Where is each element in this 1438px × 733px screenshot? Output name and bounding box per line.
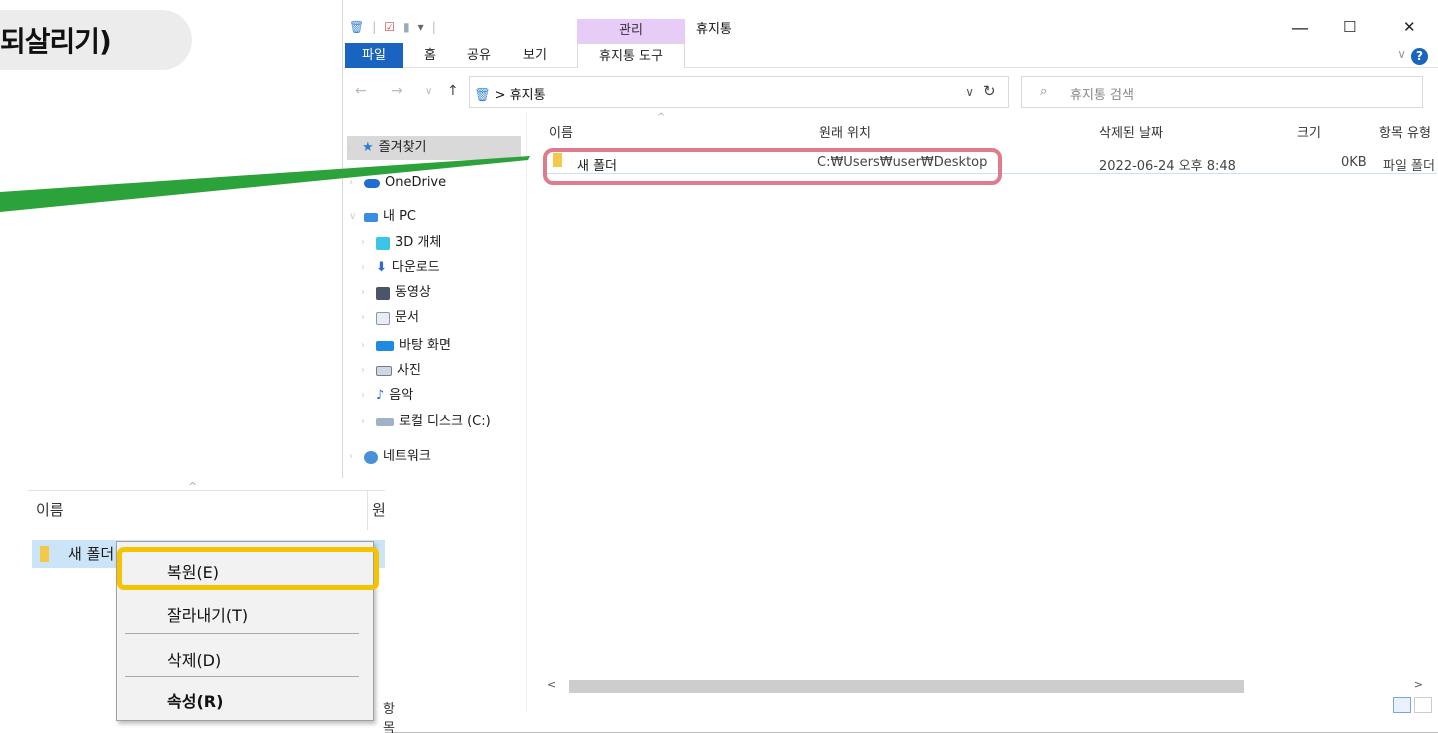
- nav-music[interactable]: › ♪ 음악: [361, 384, 413, 408]
- document-icon: [376, 311, 390, 325]
- file-list: ^ 이름 원래 위치 삭제된 날짜 크기 항목 유형 새 폴더 C:₩Users…: [526, 112, 1438, 712]
- download-arrow-icon: ⬇: [376, 260, 387, 275]
- horizontal-scrollbar[interactable]: < >: [547, 678, 1423, 695]
- close-button[interactable]: ✕: [1403, 18, 1416, 36]
- inset-col-name: 이름: [36, 501, 64, 519]
- inset-folder-icon: [40, 546, 49, 562]
- pointer-arrow: [0, 156, 530, 212]
- inset-header-line: [28, 490, 385, 491]
- scroll-left-icon[interactable]: <: [547, 678, 556, 691]
- film-icon: [376, 286, 390, 300]
- desktop-icon: [376, 341, 394, 351]
- scroll-right-icon[interactable]: >: [1414, 678, 1423, 691]
- inset-col-separator: [367, 490, 368, 530]
- col-original-location[interactable]: 원래 위치: [819, 122, 871, 141]
- sort-caret-icon: ^: [657, 112, 666, 123]
- maximize-button[interactable]: ☐: [1343, 18, 1356, 36]
- nav-documents[interactable]: › 문서: [361, 306, 419, 330]
- menu-cut[interactable]: 잘라내기(T): [167, 602, 248, 626]
- nav-desktop[interactable]: › 바탕 화면: [361, 334, 451, 358]
- menu-separator: [125, 676, 359, 677]
- file-size: 0KB: [1341, 155, 1367, 170]
- menu-properties[interactable]: 속성(R): [167, 688, 223, 712]
- context-menu: 복원(E) 잘라내기(T) 삭제(D) 속성(R): [116, 541, 379, 721]
- highlight-red-box: [543, 148, 1002, 185]
- file-deleted-date: 2022-06-24 오후 8:48: [1099, 159, 1236, 174]
- details-view-icon[interactable]: [1393, 697, 1411, 713]
- window-title: 휴지통: [696, 22, 732, 37]
- refresh-icon[interactable]: ↻: [983, 82, 996, 100]
- nav-network[interactable]: › 네트워크: [349, 445, 431, 469]
- col-size[interactable]: 크기: [1297, 122, 1321, 141]
- menu-separator: [125, 633, 359, 634]
- nav-videos[interactable]: › 동영상: [361, 281, 431, 305]
- search-placeholder: 휴지통 검색: [1070, 88, 1134, 103]
- tab-manage[interactable]: 관리: [577, 19, 685, 43]
- music-note-icon: ♪: [376, 388, 385, 403]
- nav-downloads[interactable]: › ⬇ 다운로드: [361, 256, 440, 280]
- highlight-yellow-box: [117, 547, 379, 590]
- large-icons-view-icon[interactable]: [1414, 697, 1432, 713]
- arrow-shape: [0, 156, 530, 212]
- tab-recycle-bin-tools[interactable]: 휴지통 도구: [577, 43, 685, 68]
- drive-icon: [376, 418, 394, 426]
- minimize-button[interactable]: —: [1291, 18, 1309, 39]
- nav-pictures[interactable]: › 사진: [361, 359, 421, 383]
- nav-local-disk[interactable]: › 로컬 디스크 (C:): [361, 410, 491, 434]
- status-item-count: 항목: [383, 702, 395, 733]
- inset-sort-caret-icon: ^: [188, 480, 198, 493]
- col-date-deleted[interactable]: 삭제된 날짜: [1099, 122, 1163, 141]
- scroll-thumb[interactable]: [569, 680, 1244, 693]
- search-input[interactable]: ⌕ 휴지통 검색: [1021, 76, 1423, 108]
- help-icon[interactable]: ?: [1411, 48, 1428, 65]
- network-icon: [364, 450, 378, 464]
- search-icon: ⌕: [1040, 84, 1048, 99]
- expand-ribbon-icon[interactable]: ∨: [1397, 47, 1406, 61]
- view-buttons: [1393, 697, 1432, 713]
- inset-file-name: 새 폴더: [68, 545, 115, 563]
- menu-delete[interactable]: 삭제(D): [167, 647, 221, 671]
- address-dropdown-icon[interactable]: ∨: [965, 85, 974, 99]
- picture-icon: [376, 366, 392, 376]
- col-item-type[interactable]: 항목 유형: [1379, 122, 1438, 141]
- inset-col-origin: 원: [372, 501, 386, 519]
- file-type: 파일 폴더: [1383, 159, 1435, 174]
